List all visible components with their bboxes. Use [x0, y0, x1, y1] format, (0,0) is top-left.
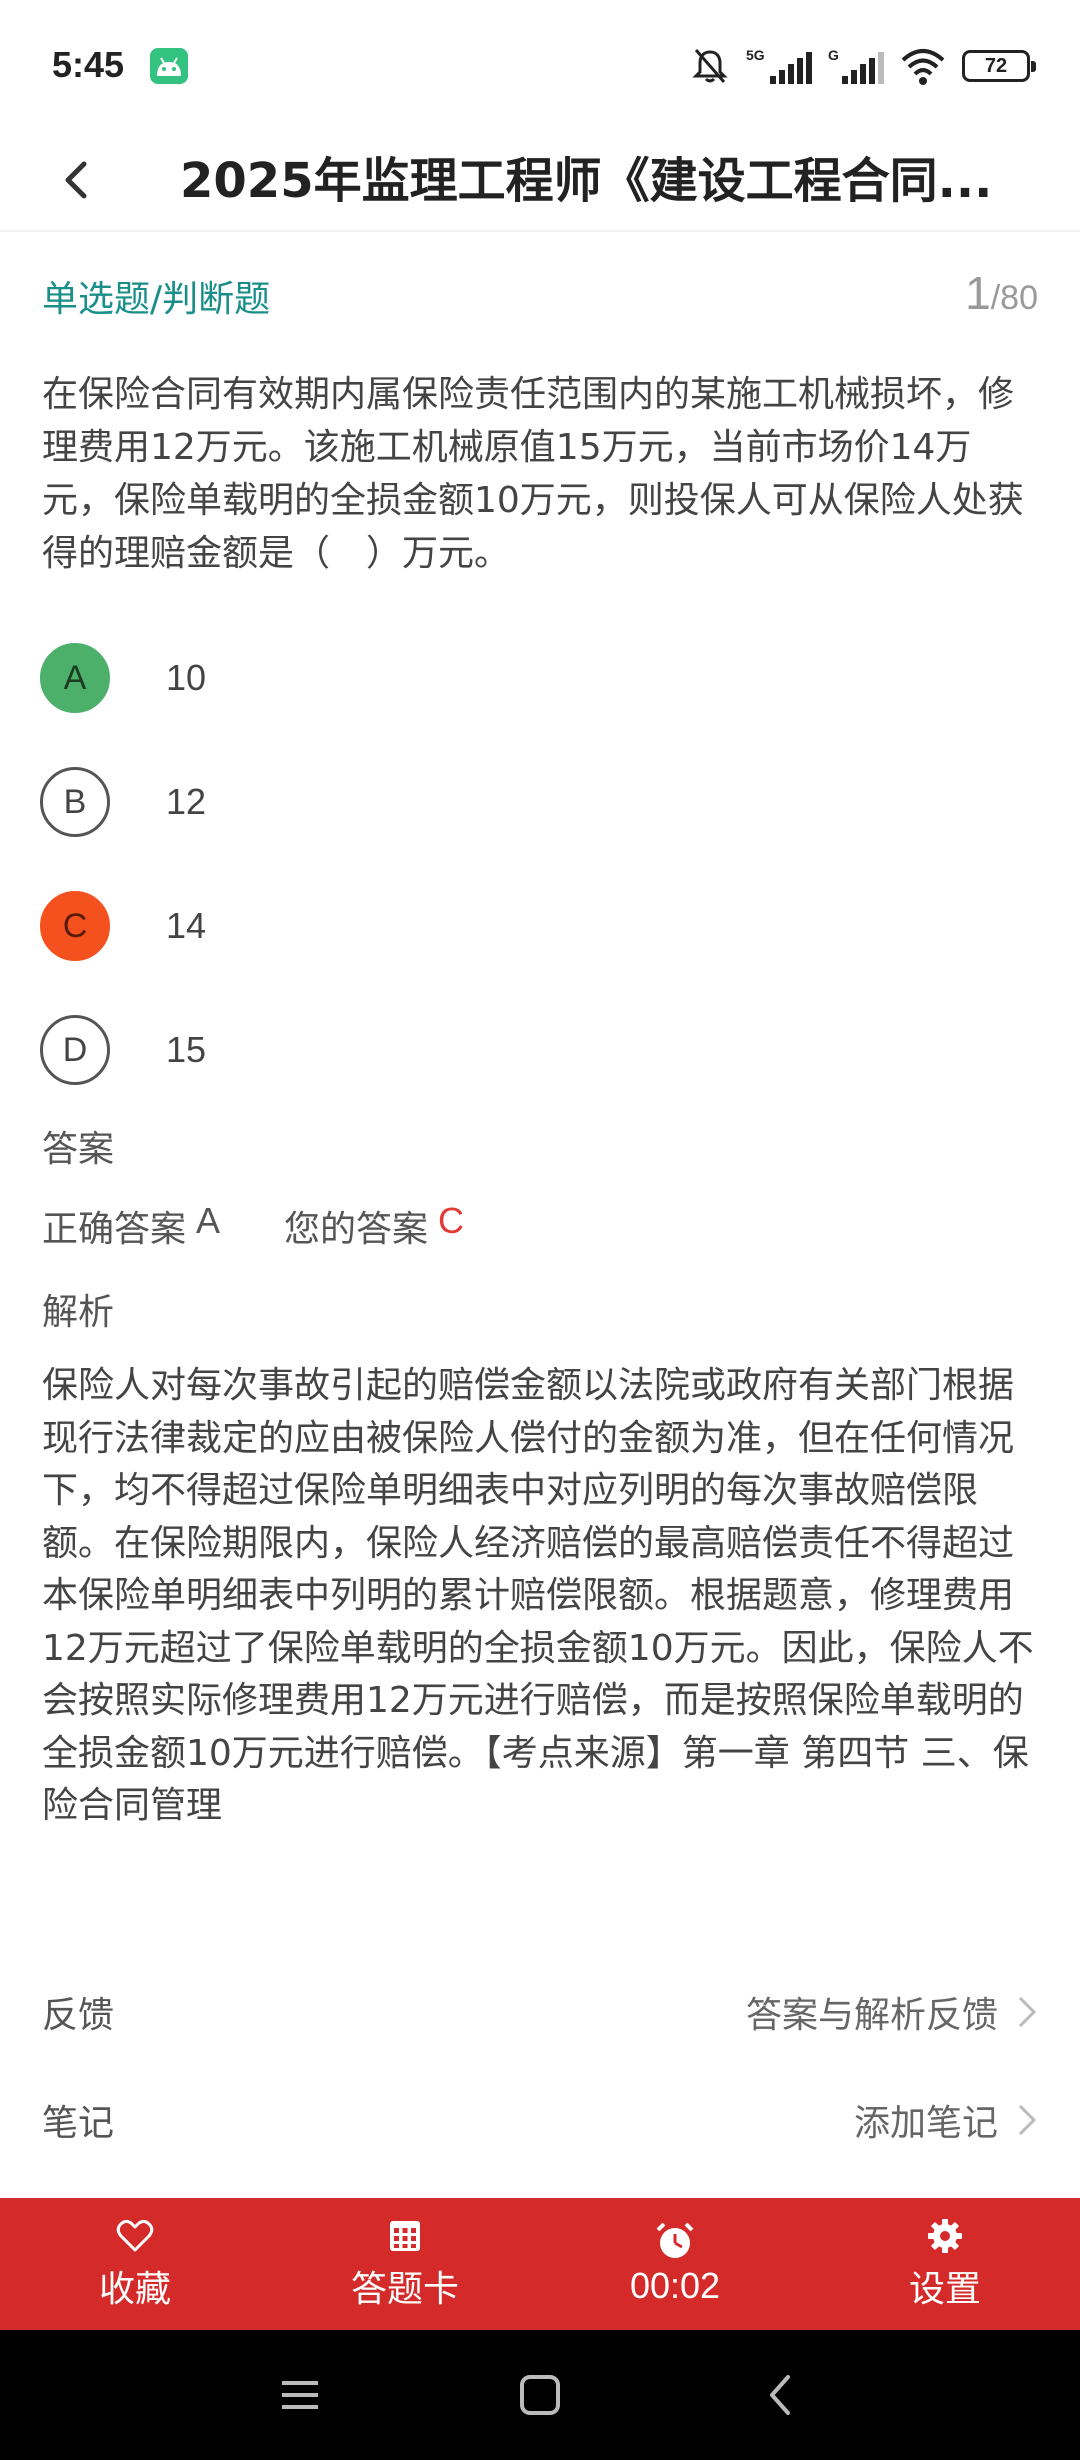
- timer-button[interactable]: 00:02: [540, 2198, 810, 2330]
- status-bar: 5:45 5G G 72: [0, 0, 1080, 130]
- feedback-label: 反馈: [42, 1995, 115, 2036]
- status-time: 5:45: [52, 44, 125, 85]
- answer-card-button[interactable]: 答题卡: [270, 2198, 540, 2330]
- option-value: 15: [166, 1029, 207, 1070]
- option-d[interactable]: D 15: [40, 1014, 1040, 1086]
- gear-icon: [928, 2219, 962, 2253]
- top-app-bar: 2025年监理工程师《建设工程合同...: [0, 130, 1080, 232]
- back-nav-icon[interactable]: [750, 2365, 810, 2425]
- back-button[interactable]: [50, 152, 106, 208]
- chevron-right-icon: [1018, 1996, 1037, 2028]
- settings-label: 设置: [908, 2269, 981, 2310]
- signal-g-icon: G: [828, 47, 884, 84]
- menu-icon[interactable]: [270, 2365, 330, 2425]
- question-type-label: 单选题/判断题: [42, 279, 271, 320]
- answer-row: 正确答案 A 您的答案 C: [42, 1200, 464, 1252]
- question-text: 在保险合同有效期内属保险责任范围内的某施工机械损坏，修理费用12万元。该施工机械…: [42, 374, 1024, 574]
- home-icon[interactable]: [510, 2365, 570, 2425]
- system-navigation-bar: [0, 2330, 1080, 2460]
- settings-button[interactable]: 设置: [810, 2198, 1080, 2330]
- option-letter: B: [40, 767, 110, 837]
- heart-icon: [116, 2219, 154, 2252]
- status-icons: 5G G 72: [690, 44, 1036, 88]
- option-value: 10: [166, 657, 207, 698]
- chevron-right-icon: [1018, 2104, 1037, 2136]
- wifi-icon: [901, 49, 945, 85]
- timer-label: 00:02: [629, 2265, 721, 2306]
- option-a[interactable]: A 10: [40, 642, 1040, 714]
- option-letter: C: [40, 891, 110, 961]
- svg-text:5G: 5G: [746, 47, 765, 63]
- your-answer-label: 您的答案: [284, 1209, 429, 1250]
- notes-action: 添加笔记: [853, 2103, 998, 2144]
- signal-5g-icon: 5G: [746, 47, 812, 84]
- question-total: /80: [990, 279, 1038, 317]
- grid-calendar-icon: [390, 2221, 420, 2251]
- notes-row[interactable]: 笔记 添加笔记: [42, 2090, 1038, 2150]
- answer-section-label: 答案: [42, 1129, 115, 1170]
- answer-card-label: 答题卡: [350, 2269, 459, 2310]
- correct-answer-label: 正确答案: [42, 1209, 187, 1250]
- option-c[interactable]: C 14: [40, 890, 1040, 962]
- your-answer-letter: C: [438, 1200, 465, 1241]
- favorite-button[interactable]: 收藏: [0, 2198, 270, 2330]
- svg-text:G: G: [828, 47, 839, 63]
- feedback-action: 答案与解析反馈: [745, 1995, 998, 2036]
- favorite-label: 收藏: [98, 2269, 171, 2310]
- android-notification-icon: [150, 48, 188, 84]
- correct-answer-letter: A: [196, 1200, 221, 1241]
- alarm-clock-icon: [656, 2222, 694, 2258]
- page-title: 2025年监理工程师《建设工程合同...: [180, 153, 993, 209]
- bottom-action-bar: 收藏 答题卡 00:02 设置: [0, 2198, 1080, 2330]
- battery-icon: 72: [962, 50, 1036, 82]
- notes-label: 笔记: [42, 2103, 115, 2144]
- analysis-text: 保险人对每次事故引起的赔偿金额以法院或政府有关部门根据现行法律裁定的应由被保险人…: [42, 1365, 1034, 1826]
- analysis-section-label: 解析: [42, 1292, 115, 1333]
- chevron-left-icon: [65, 161, 87, 199]
- option-value: 12: [166, 781, 207, 822]
- option-b[interactable]: B 12: [40, 766, 1040, 838]
- question-current-number: 1: [965, 267, 991, 319]
- mute-icon: [692, 49, 728, 83]
- feedback-row[interactable]: 反馈 答案与解析反馈: [42, 1982, 1038, 2042]
- question-counter: 1/80: [965, 266, 1038, 320]
- option-letter: A: [40, 643, 110, 713]
- option-letter: D: [40, 1015, 110, 1085]
- option-value: 14: [166, 905, 207, 946]
